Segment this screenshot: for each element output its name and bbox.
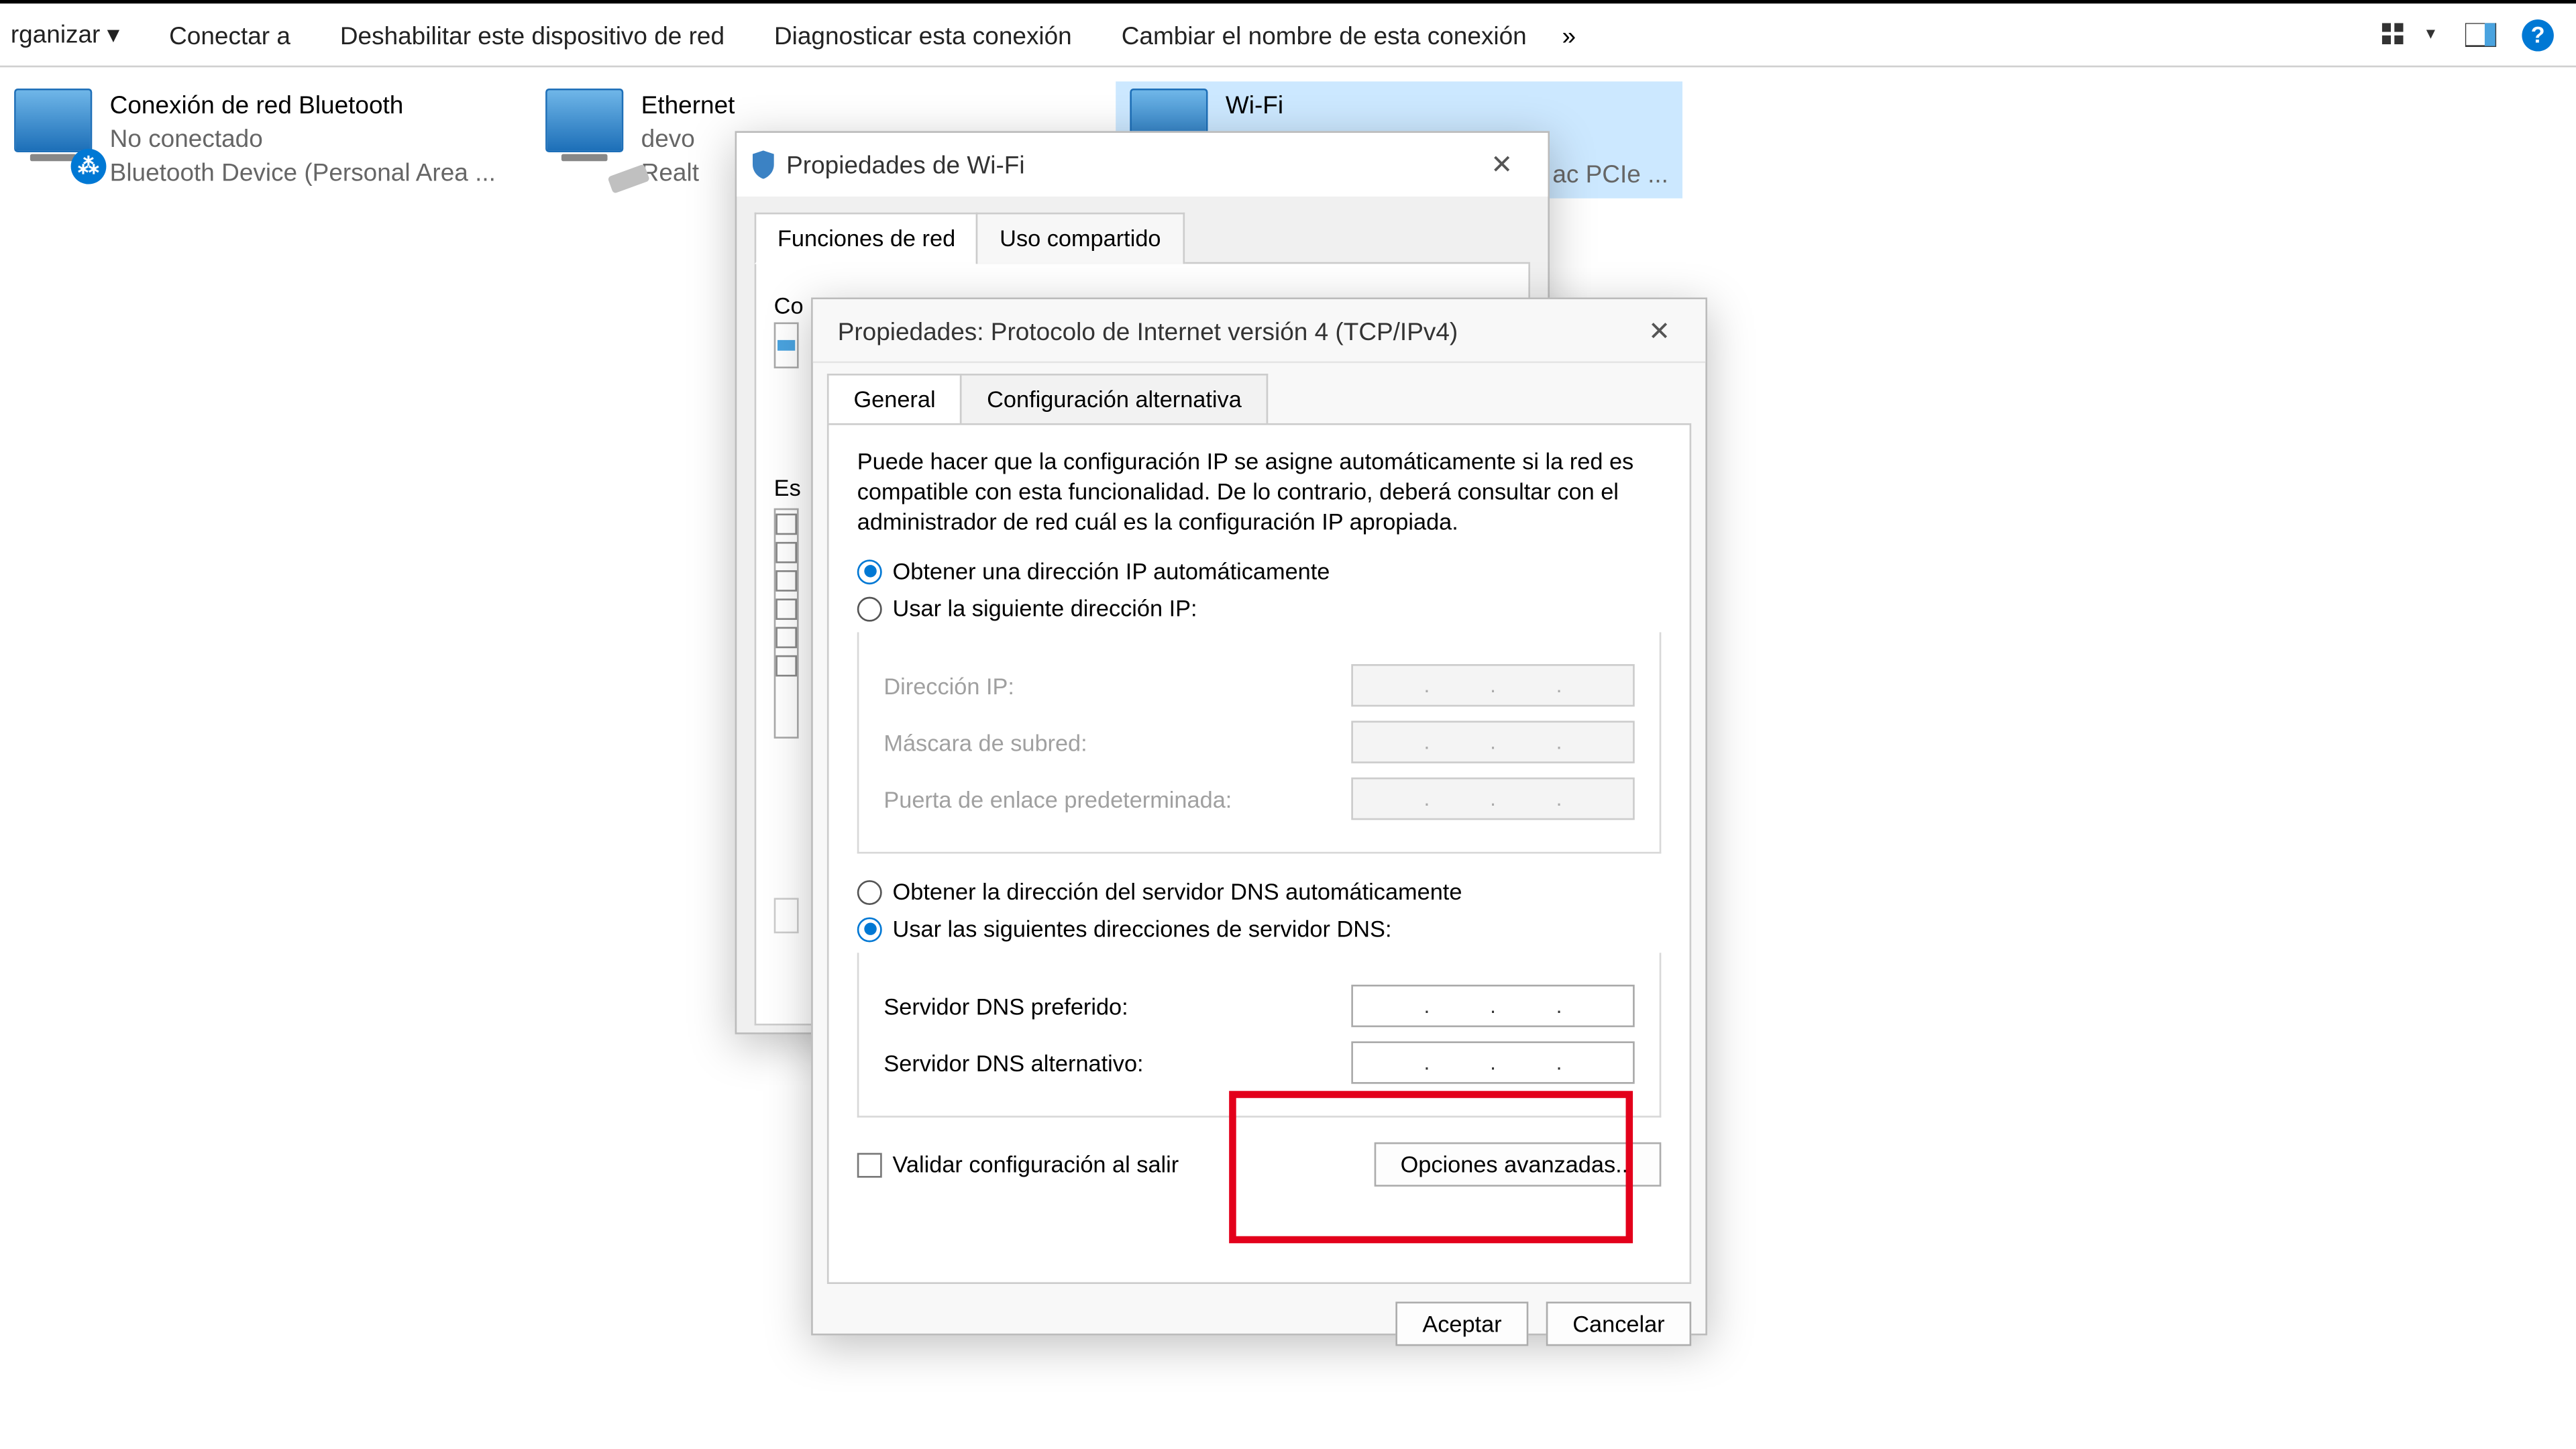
toolbar-diagnose[interactable]: Diagnosticar esta conexión <box>749 3 1097 65</box>
toolbar-connect[interactable]: Conectar a <box>144 3 315 65</box>
gateway-label: Puerta de enlace predeterminada: <box>883 786 1232 812</box>
dialog-title: Propiedades: Protocolo de Internet versi… <box>838 316 1627 344</box>
help-icon[interactable]: ? <box>2520 17 2556 52</box>
network-bluetooth-icon: ⁂ <box>14 89 99 174</box>
connection-title: Conexión de red Bluetooth <box>110 89 496 122</box>
dns-alt-input[interactable]: ... <box>1351 1041 1634 1083</box>
ok-button[interactable]: Aceptar <box>1396 1301 1529 1346</box>
shield-icon <box>751 150 775 178</box>
toolbar-organize[interactable]: rganizar ▾ <box>11 3 144 65</box>
tab-sharing[interactable]: Uso compartido <box>977 213 1184 264</box>
tab-general[interactable]: General <box>827 374 962 423</box>
description-text: Puede hacer que la configuración IP se a… <box>857 446 1662 537</box>
ip-address-label: Dirección IP: <box>883 672 1014 699</box>
toolbar-overflow[interactable]: » <box>1552 3 1587 65</box>
connection-title: Ethernet <box>641 89 735 122</box>
validate-checkbox[interactable] <box>857 1152 882 1177</box>
subnet-mask-label: Máscara de subred: <box>883 729 1087 755</box>
preview-pane-icon[interactable] <box>2463 17 2499 52</box>
connection-title: Wi-Fi <box>1226 89 1668 122</box>
tab-alt-config[interactable]: Configuración alternativa <box>961 374 1269 423</box>
connection-status: No conectado <box>110 122 496 156</box>
validate-label: Validar configuración al salir <box>893 1151 1179 1178</box>
radio-ip-manual[interactable]: Usar la siguiente dirección IP: <box>857 595 1662 622</box>
toolbar-rename[interactable]: Cambiar el nombre de esta conexión <box>1097 3 1552 65</box>
dns-preferred-label: Servidor DNS preferido: <box>883 993 1128 1020</box>
connection-status: devo <box>641 122 735 156</box>
connection-device: Realt <box>641 156 735 189</box>
network-ethernet-icon <box>545 89 631 174</box>
connection-device: Bluetooth Device (Personal Area ... <box>110 156 496 189</box>
radio-label: Usar las siguientes direcciones de servi… <box>893 916 1392 943</box>
cancel-button[interactable]: Cancelar <box>1546 1301 1692 1346</box>
radio-icon <box>857 559 882 584</box>
toolbar-disable[interactable]: Deshabilitar este dispositivo de red <box>315 3 749 65</box>
ipv4-properties-dialog: Propiedades: Protocolo de Internet versi… <box>811 298 1707 1336</box>
radio-ip-auto[interactable]: Obtener una dirección IP automáticamente <box>857 558 1662 585</box>
advanced-button[interactable]: Opciones avanzadas... <box>1374 1142 1661 1187</box>
adapter-icon <box>777 337 795 354</box>
tab-network-functions[interactable]: Funciones de red <box>755 213 979 264</box>
subnet-mask-input: ... <box>1351 720 1634 763</box>
close-icon[interactable]: ✕ <box>1470 140 1534 190</box>
dialog-titlebar[interactable]: Propiedades: Protocolo de Internet versi… <box>813 299 1706 363</box>
connection-bluetooth[interactable]: ⁂ Conexión de red Bluetooth No conectado… <box>0 81 531 197</box>
radio-icon <box>857 596 882 621</box>
chevron-down-icon[interactable]: ▾ <box>2426 25 2435 44</box>
radio-label: Usar la siguiente dirección IP: <box>893 595 1197 622</box>
ip-address-input: ... <box>1351 664 1634 706</box>
view-options-icon[interactable] <box>2380 17 2416 52</box>
dialog-title: Propiedades de Wi-Fi <box>786 150 1470 178</box>
dns-alt-label: Servidor DNS alternativo: <box>883 1049 1143 1076</box>
radio-label: Obtener la dirección del servidor DNS au… <box>893 878 1462 905</box>
dns-preferred-input[interactable]: ... <box>1351 985 1634 1027</box>
radio-icon <box>857 879 882 904</box>
radio-icon <box>857 916 882 941</box>
radio-dns-auto[interactable]: Obtener la dirección del servidor DNS au… <box>857 878 1662 905</box>
gateway-input: ... <box>1351 777 1634 820</box>
toolbar: rganizar ▾ Conectar a Deshabilitar este … <box>0 0 2576 67</box>
radio-label: Obtener una dirección IP automáticamente <box>893 558 1330 585</box>
protocol-list-clipped <box>774 508 799 739</box>
close-icon[interactable]: ✕ <box>1627 305 1691 355</box>
radio-dns-manual[interactable]: Usar las siguientes direcciones de servi… <box>857 916 1662 943</box>
dialog-titlebar[interactable]: Propiedades de Wi-Fi ✕ <box>737 133 1548 197</box>
